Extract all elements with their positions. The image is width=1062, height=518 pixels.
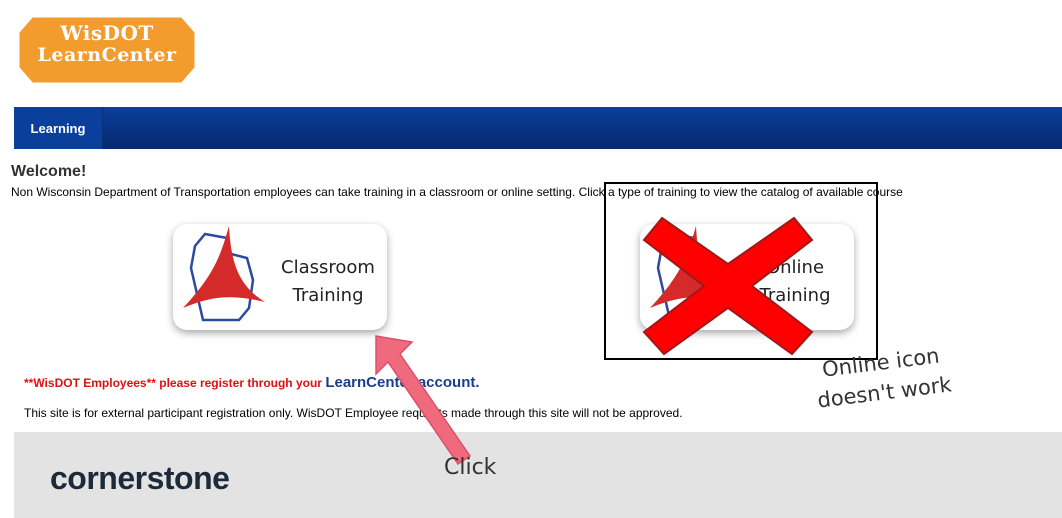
click-annotation-label: Click — [444, 455, 497, 480]
employees-notice-text: **WisDOT Employees** please register thr… — [24, 376, 326, 390]
cornerstone-logo: cornerstone — [50, 460, 230, 496]
main-navbar: Learning — [14, 107, 1062, 149]
classroom-training-button[interactable]: Classroom Training — [173, 224, 387, 330]
logo-text: WisDOT LearnCenter — [16, 22, 198, 66]
logo-line-2: LearnCenter — [37, 44, 177, 66]
classroom-label-line-2: Training — [292, 285, 364, 306]
wisdot-learncenter-logo[interactable]: WisDOT LearnCenter — [16, 14, 198, 86]
classroom-training-label: Classroom Training — [269, 254, 387, 310]
external-registration-notice: This site is for external participant re… — [24, 406, 683, 420]
classroom-label-line-1: Classroom — [281, 257, 375, 278]
welcome-heading: Welcome! — [11, 163, 87, 180]
pink-arrow-annotation-icon — [375, 335, 472, 466]
red-x-annotation-icon — [642, 216, 814, 356]
logo-line-1: WisDOT — [60, 21, 154, 45]
tab-learning[interactable]: Learning — [14, 107, 103, 149]
wisconsin-map-icon — [183, 226, 265, 322]
intro-text: Non Wisconsin Department of Transportati… — [11, 185, 903, 199]
